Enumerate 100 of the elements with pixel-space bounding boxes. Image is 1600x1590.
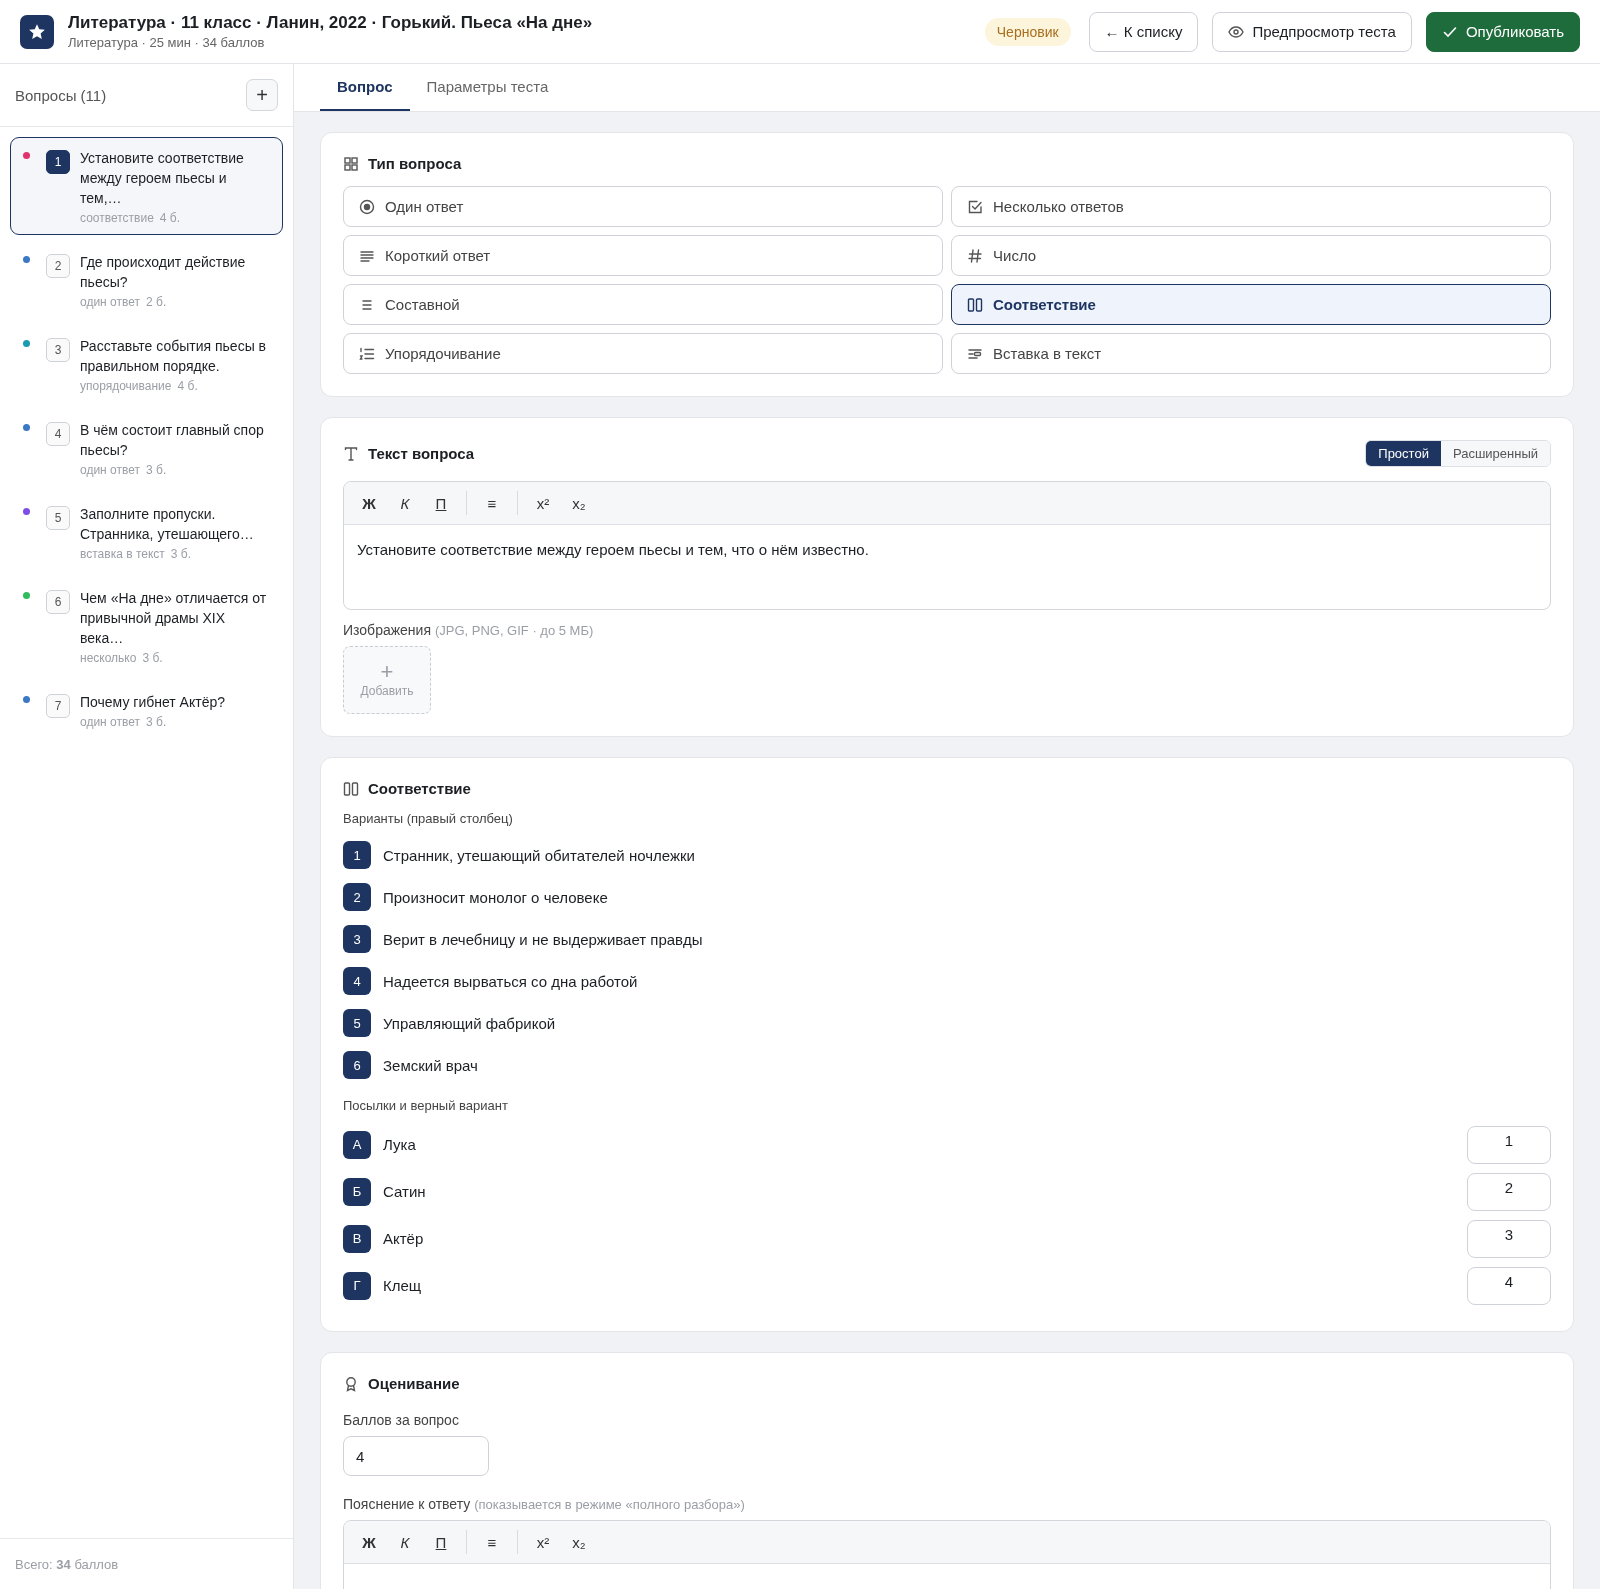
question-points: 3 б. [146,715,167,729]
images-hint: (JPG, PNG, GIF · до 5 МБ) [434,623,594,638]
images-label: Изображения [343,622,431,638]
format-button[interactable]: ≡ [477,490,507,516]
explanation-label: Пояснение к ответу [343,1496,471,1512]
question-item[interactable]: 1 Установите соответствие между героем пьесы и тем,… соответствие 4 б. [10,137,283,235]
publish-button[interactable]: Опубликовать [1425,11,1580,52]
marker-badge: 1 [343,841,371,869]
text-icon [343,445,359,462]
points-field[interactable]: 4 [343,1436,489,1476]
card-title: Оценивание [368,1375,460,1392]
marker-badge: 6 [343,1051,371,1079]
option-text: Земский врач [383,1056,478,1074]
answer-field[interactable]: 3 [1467,1219,1551,1258]
checkbox-icon [967,198,983,215]
question-points: 3 б. [170,547,191,561]
question-points: 3 б. [142,651,163,665]
question-text: Чем «На дне» отличается от привычной драмы XIX века… [80,589,268,648]
format-button[interactable]: К [390,1529,420,1555]
section-label: Варианты (правый столбец) [343,811,514,826]
type-option[interactable]: Число [951,235,1551,276]
option-text: Произносит монолог о человеке [383,888,608,906]
format-button[interactable]: П [426,1529,456,1555]
tab[interactable]: Параметры теста [409,64,566,111]
text-editor[interactable]: Ж К П ≡ x² x₂ [343,1520,1551,1589]
type-option[interactable]: Короткий ответ [343,235,943,276]
format-button[interactable]: Ж [354,490,384,516]
format-button[interactable]: x₂ [564,490,594,516]
format-button[interactable]: Ж [354,1529,384,1555]
mode-toggle[interactable]: Расширенный [1440,441,1550,466]
marker-badge: А [343,1130,371,1159]
option-text: Верит в лечебницу и не выдерживает правды [383,930,703,948]
preview-button[interactable]: Предпросмотр теста [1212,11,1412,52]
points-label: Баллов за вопрос [343,1412,460,1428]
star-icon [28,22,46,41]
columns-icon [967,296,983,313]
card-title: Тип вопроса [368,155,462,172]
question-type: один ответ [80,463,140,477]
format-button[interactable]: x² [528,490,558,516]
type-option[interactable]: Несколько ответов [951,186,1551,227]
award-icon [343,1375,359,1392]
question-item[interactable]: 3 Расставьте события пьесы в правильном порядке. упорядочивание 4 б. [10,325,283,403]
numbered-list-icon [359,345,375,362]
question-number: 4 [46,422,70,446]
type-option[interactable]: Вставка в текст [951,333,1551,374]
marker-badge: Г [343,1271,371,1300]
test-subtitle: Литература · 25 мин · 34 баллов [68,35,266,50]
grid-icon [343,155,359,172]
option-text: Странник, утешающий обитателей ночлежки [383,846,695,864]
question-type: упорядочивание [80,379,172,393]
type-option[interactable]: Составной [343,284,943,325]
question-number: 7 [46,694,70,718]
answer-field[interactable]: 2 [1467,1172,1551,1211]
text-editor[interactable]: Ж К П ≡ x² x₂ Установите соответствие между героем пьесы и тем, что о нём известно. [343,481,1551,610]
type-option[interactable]: Соответствие [951,284,1551,325]
question-text: Где происходит действие пьесы? [80,253,247,292]
back-button[interactable]: ← К списку [1088,11,1199,52]
explanation-hint: (показывается в режиме «полного разбора») [474,1497,745,1512]
answer-field[interactable]: 1 [1467,1125,1551,1164]
card-title: Текст вопроса [368,445,475,462]
marker-badge: 4 [343,967,371,995]
option-text: Управляющий фабрикой [383,1014,556,1032]
question-points: 4 б. [177,379,198,393]
hash-icon [967,247,983,264]
mode-toggle[interactable]: Простой [1366,441,1441,466]
question-item[interactable]: 6 Чем «На дне» отличается от привычной драмы XIX века… несколько 3 б. [10,577,283,675]
marker-badge: Б [343,1177,371,1206]
format-button[interactable]: К [390,490,420,516]
question-number: 1 [46,150,70,174]
question-item[interactable]: 4 В чём состоит главный спор пьесы? один ответ 3 б. [10,409,283,487]
question-item[interactable]: 5 Заполните пропуски. Странника, утешающего… вставка в текст 3 б. [10,493,283,571]
tab[interactable]: Вопрос [320,64,410,111]
test-title: Литература · 11 класс · Ланин, 2022 · Горький. Пьеса «На дне» [68,13,594,33]
type-option[interactable]: Один ответ [343,186,943,227]
premise-text: Клещ [383,1277,422,1294]
question-type: один ответ [80,295,140,309]
marker-badge: 2 [343,883,371,911]
question-points: 4 б. [159,211,181,225]
question-number: 2 [46,254,70,278]
question-type: соответствие [80,211,154,225]
add-question-button[interactable]: + [246,79,278,111]
marker-badge: В [343,1224,371,1253]
question-type: несколько [80,651,137,665]
columns-icon [343,780,359,797]
format-button[interactable]: x² [528,1529,558,1555]
question-number: 6 [46,590,70,614]
type-option[interactable]: Упорядочивание [343,333,943,374]
question-item[interactable]: 2 Где происходит действие пьесы? один ответ 2 б. [10,241,283,319]
premise-text: Актёр [383,1230,424,1247]
section-label: Посылки и верный вариант [343,1098,509,1113]
format-button[interactable]: П [426,490,456,516]
format-button[interactable]: x₂ [564,1529,594,1555]
question-type: вставка в текст [80,547,165,561]
question-type: один ответ [80,715,140,729]
status-badge: Черновик [984,17,1071,46]
answer-field[interactable]: 4 [1467,1266,1551,1305]
question-points: 2 б. [146,295,167,309]
format-button[interactable]: ≡ [477,1529,507,1555]
question-text: В чём состоит главный спор пьесы? [80,421,265,460]
question-item[interactable]: 7 Почему гибнет Актёр? один ответ 3 б. [10,681,283,739]
